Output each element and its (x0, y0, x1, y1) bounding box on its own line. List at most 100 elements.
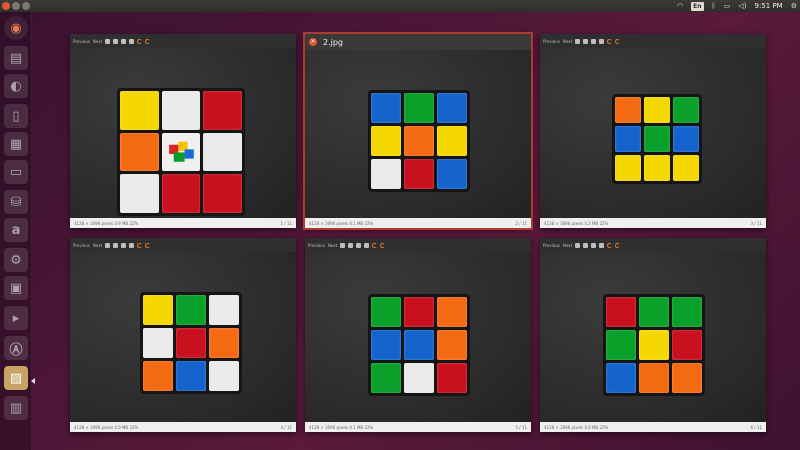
files-icon[interactable]: ▤ (4, 46, 28, 70)
fullscreen-icon[interactable] (129, 242, 135, 248)
fullscreen-icon[interactable] (599, 38, 605, 44)
previous-button[interactable]: Previous (73, 39, 90, 44)
image-viewer-icon[interactable]: ▨ (4, 366, 28, 390)
window-titlebar[interactable]: × 2.jpg (305, 34, 531, 50)
zoom-out-icon[interactable] (583, 38, 589, 44)
previous-button[interactable]: Previous (543, 243, 560, 248)
zoom-in-icon[interactable] (105, 242, 111, 248)
previous-button[interactable]: Previous (73, 243, 90, 248)
rotate-left-icon[interactable] (607, 242, 613, 248)
viewer-statusbar: 4128 × 3096 pixels 4.2 MB 22% 3 / 11 (540, 218, 766, 228)
rubiks-cube-face (368, 294, 470, 396)
dash-home-icon[interactable]: ◉ (4, 16, 28, 40)
viewer-toolbar: Previous Next (540, 238, 766, 252)
fullscreen-icon[interactable] (129, 38, 135, 44)
image-viewer-window[interactable]: × 2.jpg 4128 × 3096 pixels 4.1 MB 22% 2 / 1… (303, 32, 533, 230)
settings-gear-icon[interactable]: ⚙ (791, 1, 797, 11)
terminal-icon[interactable]: ▸ (4, 306, 28, 330)
image-position: 1 / 11 (280, 220, 292, 226)
rotate-left-icon[interactable] (372, 242, 378, 248)
clock[interactable]: 9:51 PM (755, 1, 783, 11)
bluetooth-icon[interactable]: ᛒ (712, 1, 716, 11)
rotate-left-icon[interactable] (607, 38, 613, 44)
cube-sticker (437, 297, 467, 327)
zoom-out-icon[interactable] (348, 242, 354, 248)
updater-icon[interactable]: Ⓐ (4, 336, 28, 360)
close-window-icon[interactable] (2, 2, 10, 10)
zoom-fit-icon[interactable] (591, 38, 597, 44)
window-title: 2.jpg (323, 37, 344, 47)
next-button[interactable]: Next (563, 39, 572, 44)
minimize-window-icon[interactable] (12, 2, 20, 10)
zoom-fit-icon[interactable] (121, 242, 127, 248)
next-button[interactable]: Next (93, 243, 102, 248)
previous-button[interactable]: Previous (308, 243, 325, 248)
calc-icon[interactable]: ▦ (4, 132, 28, 156)
viewer-statusbar: 4128 × 3096 pixels 4.0 MB 22% 4 / 11 (70, 422, 296, 432)
cube-sticker (176, 361, 206, 391)
cube-sticker (672, 363, 702, 393)
fullscreen-icon[interactable] (364, 242, 370, 248)
zoom-in-icon[interactable] (575, 242, 581, 248)
cube-sticker (606, 297, 636, 327)
cube-sticker (437, 93, 467, 123)
volume-icon[interactable]: ◁) (738, 1, 746, 11)
next-button[interactable]: Next (93, 39, 102, 44)
zoom-fit-icon[interactable] (121, 38, 127, 44)
next-button[interactable]: Next (563, 243, 572, 248)
zoom-in-icon[interactable] (105, 38, 111, 44)
image-viewer-window[interactable]: Previous Next 4128 × 3096 pixels 4.0 MB 22… (70, 238, 296, 432)
rotate-left-icon[interactable] (137, 38, 143, 44)
zoom-in-icon[interactable] (340, 242, 346, 248)
zoom-out-icon[interactable] (583, 242, 589, 248)
cube-logo-sticker (161, 132, 201, 172)
cube-sticker (639, 330, 669, 360)
image-viewer-window[interactable]: Previous Next 4128 × 3096 pixels 4.1 MB 22… (305, 238, 531, 432)
rotate-right-icon[interactable] (615, 242, 621, 248)
cube-sticker (209, 361, 239, 391)
image-viewer-window[interactable]: Previous Next 4128 × 3096 pixels 4.0 MB 22… (540, 238, 766, 432)
cube-sticker (404, 363, 434, 393)
fullscreen-icon[interactable] (599, 242, 605, 248)
writer-icon[interactable]: ▯ (4, 104, 28, 128)
zoom-in-icon[interactable] (575, 38, 581, 44)
close-icon[interactable]: × (309, 38, 317, 46)
zoom-out-icon[interactable] (113, 242, 119, 248)
keyboard-layout-indicator[interactable]: En (691, 1, 704, 11)
cube-sticker (371, 93, 401, 123)
rotate-right-icon[interactable] (145, 38, 151, 44)
trash-icon[interactable]: ▥ (4, 396, 28, 420)
rotate-left-icon[interactable] (137, 242, 143, 248)
firefox-icon[interactable]: ◐ (4, 74, 28, 98)
cube-sticker (371, 330, 401, 360)
rubiks-cube-face (140, 292, 242, 394)
battery-icon[interactable]: ▭ (724, 1, 731, 11)
cube-sticker (673, 97, 699, 123)
rotate-right-icon[interactable] (615, 38, 621, 44)
image-viewer-window[interactable]: Previous Next 4128 × 3096 pixels 4.2 MB 22… (540, 34, 766, 228)
rotate-right-icon[interactable] (380, 242, 386, 248)
amazon-icon[interactable]: a (4, 218, 28, 242)
cube-sticker (161, 174, 201, 213)
zoom-fit-icon[interactable] (356, 242, 362, 248)
image-viewer-window[interactable]: Previous Next 4128 × 3096 pixels 3.9 MB 22… (70, 34, 296, 228)
maximize-window-icon[interactable] (22, 2, 30, 10)
zoom-fit-icon[interactable] (591, 242, 597, 248)
viewer-toolbar: Previous Next (305, 238, 531, 252)
cube-sticker (143, 295, 173, 325)
previous-button[interactable]: Previous (543, 39, 560, 44)
next-button[interactable]: Next (328, 243, 337, 248)
system-settings-icon[interactable]: ⚙ (4, 248, 28, 272)
software-center-icon[interactable]: ⛁ (4, 190, 28, 214)
zoom-out-icon[interactable] (113, 38, 119, 44)
monitor-icon[interactable]: ▣ (4, 276, 28, 300)
cube-sticker (203, 174, 242, 213)
rotate-right-icon[interactable] (145, 242, 151, 248)
top-panel: ◠ En ᛒ ▭ ◁) 9:51 PM ⚙ (0, 0, 800, 12)
image-position: 5 / 11 (515, 424, 527, 430)
network-icon[interactable]: ◠ (677, 1, 683, 11)
cube-sticker (437, 330, 467, 360)
impress-icon[interactable]: ▭ (4, 160, 28, 184)
cube-sticker (209, 328, 239, 358)
image-position: 6 / 11 (750, 424, 762, 430)
